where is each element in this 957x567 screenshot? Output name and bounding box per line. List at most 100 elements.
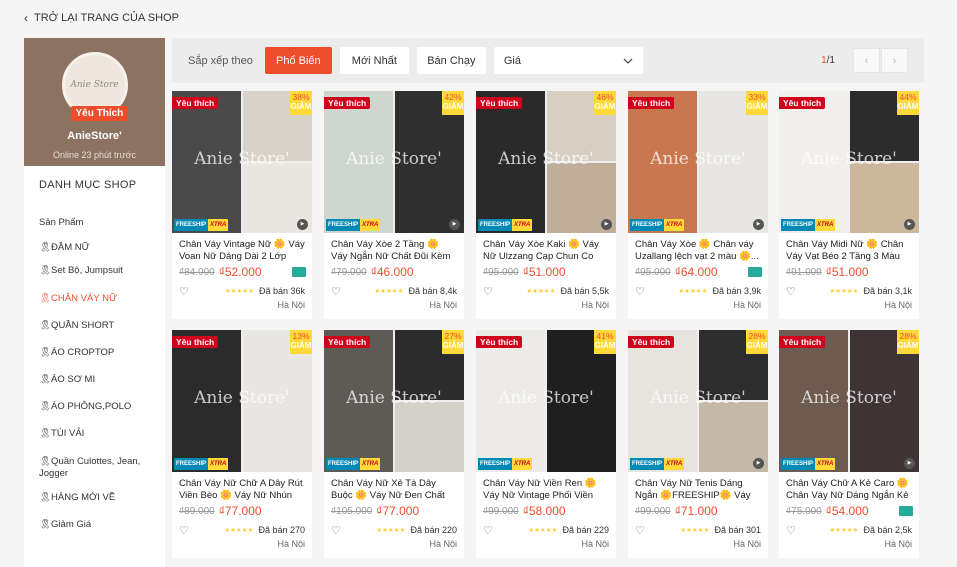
- play-icon[interactable]: ▶: [601, 219, 612, 230]
- original-price: ₫99.000: [483, 505, 519, 517]
- favorite-badge: Yêu thích: [779, 97, 826, 109]
- product-card[interactable]: Anie Store' Yêu thích 28% GIẢM FREESHIP X…: [628, 330, 768, 558]
- shop-card[interactable]: Anie Store Yêu Thích AnieStore' Online 2…: [24, 38, 165, 166]
- heart-icon[interactable]: ♡: [179, 524, 189, 537]
- heart-icon[interactable]: ♡: [331, 524, 341, 537]
- shop-avatar[interactable]: Anie Store Yêu Thích: [61, 52, 129, 121]
- heart-icon[interactable]: ♡: [635, 285, 645, 298]
- original-price: ₫91.000: [786, 266, 822, 278]
- rating-stars: ★★★★★: [374, 288, 404, 295]
- freeship-label: FREESHIP: [781, 219, 816, 231]
- sort-bestseller-button[interactable]: Bán Chạy: [416, 47, 486, 74]
- freeship-xtra-badge: FREESHIP XTRA: [630, 219, 685, 231]
- rating-stars: ★★★★★: [678, 288, 708, 295]
- product-card[interactable]: Anie Store' Yêu thích 28% GIẢM FREESHIP X…: [779, 330, 919, 558]
- discount-label: GIẢM: [746, 102, 768, 111]
- sale-price: ₫52.000: [218, 265, 262, 279]
- original-price: ₫95.000: [635, 266, 671, 278]
- price-select-label: Giá: [503, 54, 521, 67]
- product-image[interactable]: Anie Store' Yêu thích 42% GIẢM FREESHIP X…: [324, 91, 464, 233]
- sidebar-item[interactable]: 🎗QUẦN SHORT: [24, 320, 149, 332]
- sort-newest-button[interactable]: Mới Nhất: [339, 47, 409, 74]
- freeship-xtra-badge: FREESHIP XTRA: [630, 458, 685, 470]
- sort-price-select[interactable]: Giá: [493, 47, 643, 74]
- heart-icon[interactable]: ♡: [483, 285, 493, 298]
- heart-icon[interactable]: ♡: [331, 285, 341, 298]
- play-icon[interactable]: ▶: [904, 219, 915, 230]
- heart-icon[interactable]: ♡: [483, 524, 493, 537]
- back-to-shop-link[interactable]: ‹ TRỞ LẠI TRANG CỦA SHOP: [24, 11, 179, 25]
- product-image[interactable]: Anie Store' Yêu thích 28% GIẢM FREESHIP X…: [628, 330, 768, 472]
- product-card[interactable]: Anie Store' Yêu thích 44% GIẢM FREESHIP X…: [779, 91, 919, 319]
- sidebar-item[interactable]: 🎗HÀNG MỚI VỀ: [24, 492, 149, 504]
- product-card[interactable]: Anie Store' Yêu thích 42% GIẢM FREESHIP X…: [324, 91, 464, 319]
- play-icon[interactable]: ▶: [753, 458, 764, 469]
- next-page-button[interactable]: ›: [881, 48, 908, 73]
- product-card[interactable]: Anie Store' Yêu thích 46% GIẢM FREESHIP X…: [476, 91, 616, 319]
- sort-label: Sắp xếp theo: [188, 54, 253, 67]
- sidebar-item[interactable]: 🎗Giảm Giá: [24, 519, 149, 531]
- freeship-xtra-badge: FREESHIP XTRA: [781, 458, 836, 470]
- product-card[interactable]: Anie Store' Yêu thích 27% GIẢM FREESHIP X…: [324, 330, 464, 558]
- play-icon[interactable]: ▶: [753, 219, 764, 230]
- heart-icon[interactable]: ♡: [786, 285, 796, 298]
- sidebar-item[interactable]: 🎗ÁO PHÔNG,POLO: [24, 401, 149, 413]
- sidebar-item[interactable]: Sản Phẩm: [24, 217, 149, 229]
- discount-badge: 33% GIẢM: [746, 91, 768, 115]
- sold-count: Đã bán 2,5k: [863, 525, 912, 535]
- freeship-label: FREESHIP: [478, 458, 513, 470]
- sold-count: Đã bán 5,5k: [560, 286, 609, 296]
- product-card[interactable]: Anie Store' Yêu thích 33% GIẢM FREESHIP X…: [628, 91, 768, 319]
- product-card[interactable]: Anie Store' Yêu thích 41% GIẢM FREESHIP X…: [476, 330, 616, 558]
- sidebar-item[interactable]: 🎗ÁO CROPTOP: [24, 347, 149, 359]
- favorite-badge: Yêu thích: [476, 97, 523, 109]
- sale-price: ₫77.000: [218, 504, 262, 518]
- sort-popular-button[interactable]: Phổ Biến: [264, 47, 332, 74]
- xtra-label: XTRA: [208, 219, 229, 231]
- product-image[interactable]: Anie Store' Yêu thích 44% GIẢM FREESHIP X…: [779, 91, 919, 233]
- heart-icon[interactable]: ♡: [179, 285, 189, 298]
- product-image[interactable]: Anie Store' Yêu thích 46% GIẢM FREESHIP X…: [476, 91, 616, 233]
- discount-label: GIẢM: [442, 341, 464, 350]
- product-image[interactable]: Anie Store' Yêu thích 33% GIẢM FREESHIP X…: [628, 91, 768, 233]
- discount-percent: 46%: [596, 92, 614, 102]
- product-image[interactable]: Anie Store' Yêu thích 41% GIẢM FREESHIP X…: [476, 330, 616, 472]
- sidebar-item[interactable]: 🎗Quần Culottes, Jean, Jogger: [24, 456, 149, 480]
- play-icon[interactable]: ▶: [904, 458, 915, 469]
- xtra-label: XTRA: [360, 219, 381, 231]
- chevron-left-icon: ‹: [864, 54, 869, 67]
- freeship-xtra-badge: FREESHIP XTRA: [326, 458, 381, 470]
- prev-page-button[interactable]: ‹: [853, 48, 880, 73]
- discount-badge: 27% GIẢM: [442, 330, 464, 354]
- sale-price: ₫71.000: [674, 504, 718, 518]
- product-image[interactable]: Anie Store' Yêu thích 13% GIẢM FREESHIP X…: [172, 330, 312, 472]
- freeship-xtra-badge: FREESHIP XTRA: [174, 219, 229, 231]
- sidebar-item[interactable]: 🎗TÚI VẢI: [24, 428, 149, 440]
- product-card[interactable]: Anie Store' Yêu thích 13% GIẢM FREESHIP X…: [172, 330, 312, 558]
- heart-icon[interactable]: ♡: [786, 524, 796, 537]
- sidebar-item[interactable]: 🎗ĐẦM NỮ: [24, 242, 149, 254]
- xtra-label: XTRA: [664, 219, 685, 231]
- play-icon[interactable]: ▶: [449, 219, 460, 230]
- discount-badge: 28% GIẢM: [746, 330, 768, 354]
- rating-stars: ★★★★★: [526, 288, 556, 295]
- truck-icon: [292, 267, 306, 277]
- original-price: ₫95.000: [483, 266, 519, 278]
- sold-count: Đã bán 229: [562, 525, 609, 535]
- page-indicator: 1/1: [821, 55, 835, 66]
- product-image[interactable]: Anie Store' Yêu thích 27% GIẢM FREESHIP X…: [324, 330, 464, 472]
- product-image[interactable]: Anie Store' Yêu thích 28% GIẢM FREESHIP X…: [779, 330, 919, 472]
- sidebar-item[interactable]: 🎗Set Bộ, Jumpsuit: [24, 265, 149, 277]
- sidebar-item[interactable]: 🎗ÁO SƠ MI: [24, 374, 149, 386]
- product-title: Chân Váy Xòe 🌼 Chân váy Uzallang lệch vạ…: [635, 239, 759, 262]
- product-image[interactable]: Anie Store' Yêu thích 38% GIẢM FREESHIP X…: [172, 91, 312, 233]
- rating-stars: ★★★★★: [829, 527, 859, 534]
- favorite-badge: Yêu thích: [324, 336, 371, 348]
- heart-icon[interactable]: ♡: [635, 524, 645, 537]
- play-icon[interactable]: ▶: [297, 219, 308, 230]
- freeship-label: FREESHIP: [781, 458, 816, 470]
- sidebar-item[interactable]: 🎗CHÂN VÁY NỮ: [24, 293, 149, 305]
- chevron-left-icon: ‹: [24, 11, 28, 25]
- sort-bar: Sắp xếp theo Phổ Biến Mới Nhất Bán Chạy …: [172, 38, 924, 83]
- product-card[interactable]: Anie Store' Yêu thích 38% GIẢM FREESHIP X…: [172, 91, 312, 319]
